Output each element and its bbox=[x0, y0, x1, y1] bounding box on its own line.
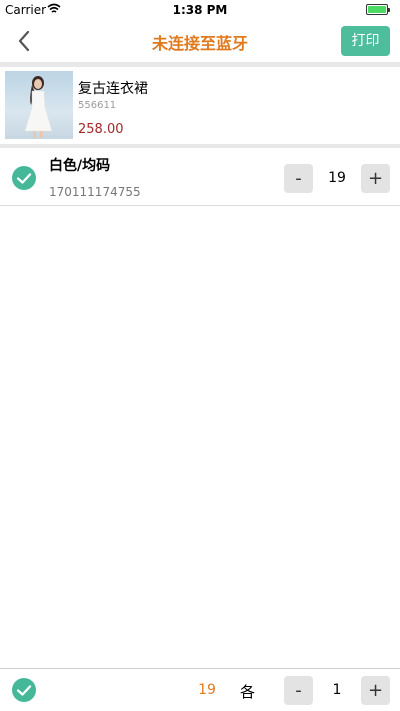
status-bar: Carrier 1:38 PM bbox=[0, 0, 400, 20]
select-all-check-icon[interactable] bbox=[12, 678, 36, 702]
sku-code: 170111174755 bbox=[49, 185, 141, 199]
sku-name: 白色/均码 bbox=[49, 158, 111, 174]
status-time: 1:38 PM bbox=[172, 3, 228, 17]
sku-row: 白色/均码 170111174755 - 19 + bbox=[0, 148, 400, 206]
product-card[interactable]: 复古连衣裙 556611 258.00 bbox=[0, 67, 400, 144]
product-image bbox=[5, 71, 73, 139]
footer-increase-button[interactable]: + bbox=[361, 676, 390, 705]
page-title: 未连接至蓝牙 bbox=[151, 34, 248, 53]
product-price: 258.00 bbox=[78, 122, 124, 137]
decrease-button[interactable]: - bbox=[284, 164, 313, 193]
print-button[interactable]: 打印 bbox=[341, 26, 390, 56]
total-quantity: 19 bbox=[198, 682, 216, 698]
unit-label: 各 bbox=[240, 683, 256, 701]
battery-icon bbox=[366, 4, 390, 15]
footer-quantity-value[interactable]: 1 bbox=[317, 682, 357, 698]
nav-bar: 未连接至蓝牙 打印 bbox=[0, 20, 400, 62]
product-code: 556611 bbox=[78, 100, 117, 111]
check-icon[interactable] bbox=[12, 166, 36, 190]
footer-decrease-button[interactable]: - bbox=[284, 676, 313, 705]
footer-bar: 19 各 - 1 + bbox=[0, 668, 400, 711]
product-name: 复古连衣裙 bbox=[78, 81, 148, 97]
quantity-value[interactable]: 19 bbox=[317, 170, 357, 186]
increase-button[interactable]: + bbox=[361, 164, 390, 193]
